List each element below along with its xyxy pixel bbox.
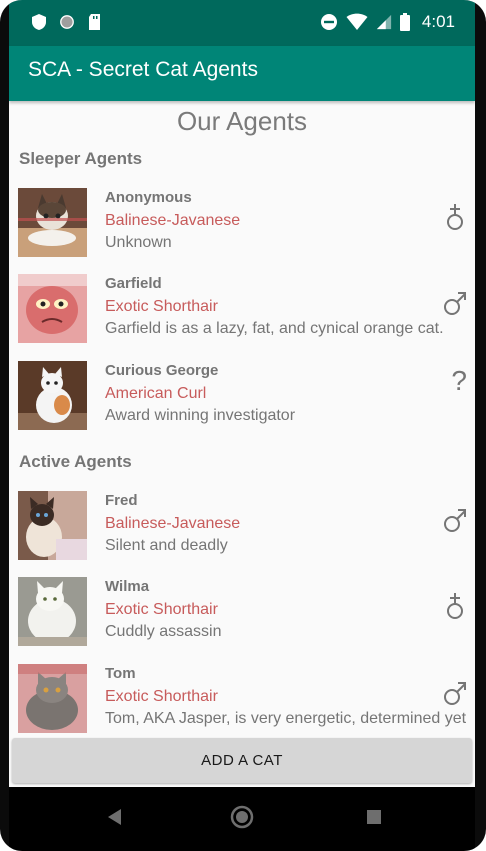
agent-row[interactable]: Wilma Exotic Shorthair Cuddly assassin xyxy=(9,577,475,663)
signal-icon xyxy=(376,14,392,30)
agent-row[interactable]: Curious George American Curl Award winni… xyxy=(9,361,475,447)
neutered-icon xyxy=(447,204,463,230)
recents-icon[interactable] xyxy=(362,805,386,829)
agent-breed: American Curl xyxy=(105,385,207,402)
agent-description: Tom, AKA Jasper, is very energetic, dete… xyxy=(105,710,467,727)
back-icon[interactable] xyxy=(103,805,127,829)
unknown-icon: ? xyxy=(451,365,467,396)
male-icon xyxy=(444,682,466,705)
sd-card-icon xyxy=(89,14,100,30)
agent-row[interactable]: Tom Exotic Shorthair Tom, AKA Jasper, is… xyxy=(9,664,475,737)
agent-description: Silent and deadly xyxy=(105,537,228,554)
agent-name: Anonymous xyxy=(105,189,192,206)
sync-icon xyxy=(60,15,74,29)
do-not-disturb-icon xyxy=(320,14,337,30)
agent-row[interactable]: Fred Balinese-Javanese Silent and deadly xyxy=(9,491,475,577)
battery-icon xyxy=(399,13,410,31)
agent-row[interactable]: Garfield Exotic Shorthair Garfield is as… xyxy=(9,274,475,360)
agent-breed: Exotic Shorthair xyxy=(105,298,218,315)
agent-photo xyxy=(18,577,87,646)
wifi-icon xyxy=(346,13,368,30)
agent-photo xyxy=(18,491,87,560)
home-icon[interactable] xyxy=(230,805,254,829)
device-frame: 4:01 SCA - Secret Cat Agents Our Agents … xyxy=(0,0,486,851)
agent-photo xyxy=(18,188,87,257)
agent-photo xyxy=(18,664,87,733)
status-time: 4:01 xyxy=(421,12,455,31)
agent-list[interactable]: Our Agents Sleeper Agents Anonymous Bali… xyxy=(9,101,475,737)
screen: 4:01 SCA - Secret Cat Agents Our Agents … xyxy=(9,0,475,851)
app-title: SCA - Secret Cat Agents xyxy=(28,58,258,81)
agent-description: Cuddly assassin xyxy=(105,623,222,640)
section-header-sleeper: Sleeper Agents xyxy=(19,149,143,168)
agent-name: Wilma xyxy=(105,578,150,595)
section-header-active: Active Agents xyxy=(19,452,132,471)
agent-breed: Exotic Shorthair xyxy=(105,688,218,705)
neutered-icon xyxy=(447,593,463,619)
male-icon xyxy=(444,292,466,315)
male-icon xyxy=(444,509,466,532)
agent-name: Garfield xyxy=(105,275,162,292)
page-title: Our Agents xyxy=(176,106,308,136)
agent-description: Award winning investigator xyxy=(105,407,296,424)
add-cat-button[interactable]: ADD A CAT xyxy=(12,738,472,783)
navigation-bar xyxy=(9,787,475,851)
agent-name: Curious George xyxy=(105,362,219,379)
agent-description: Garfield is as a lazy, fat, and cynical … xyxy=(105,320,444,337)
status-bar: 4:01 xyxy=(9,0,475,46)
agent-photo xyxy=(18,274,87,343)
agent-name: Fred xyxy=(105,492,138,509)
app-bar: SCA - Secret Cat Agents xyxy=(9,46,475,101)
agent-row[interactable]: Anonymous Balinese-Javanese Unknown xyxy=(9,188,475,274)
agent-name: Tom xyxy=(105,665,136,682)
agent-breed: Exotic Shorthair xyxy=(105,601,218,618)
shield-icon xyxy=(32,14,46,30)
agent-breed: Balinese-Javanese xyxy=(105,212,241,229)
agent-breed: Balinese-Javanese xyxy=(105,515,241,532)
agent-description: Unknown xyxy=(105,234,172,251)
agent-photo xyxy=(18,361,87,430)
